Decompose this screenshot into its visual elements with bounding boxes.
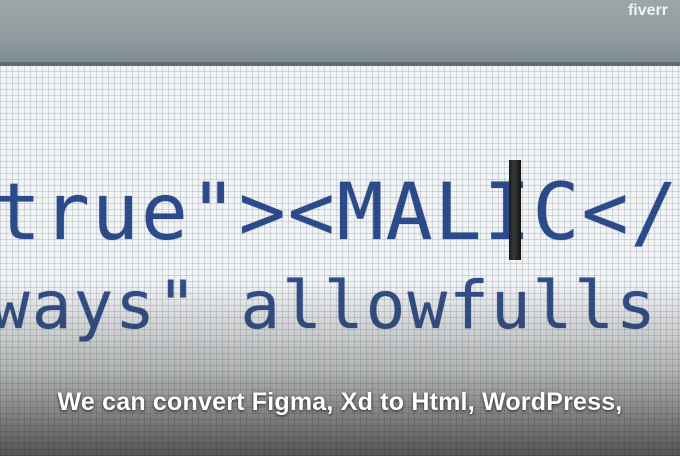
video-frame: true"><MALIC</pa ways" allowfulls fiverr…: [0, 0, 680, 456]
code-line-2: ways" allowfulls: [0, 267, 658, 344]
code-line-1: true"><MALIC</pa: [0, 168, 680, 258]
fiverr-watermark: fiverr: [627, 2, 668, 19]
screen-bezel: [0, 0, 680, 66]
video-caption: We can convert Figma, Xd to Html, WordPr…: [57, 388, 623, 416]
text-cursor: [509, 160, 521, 260]
